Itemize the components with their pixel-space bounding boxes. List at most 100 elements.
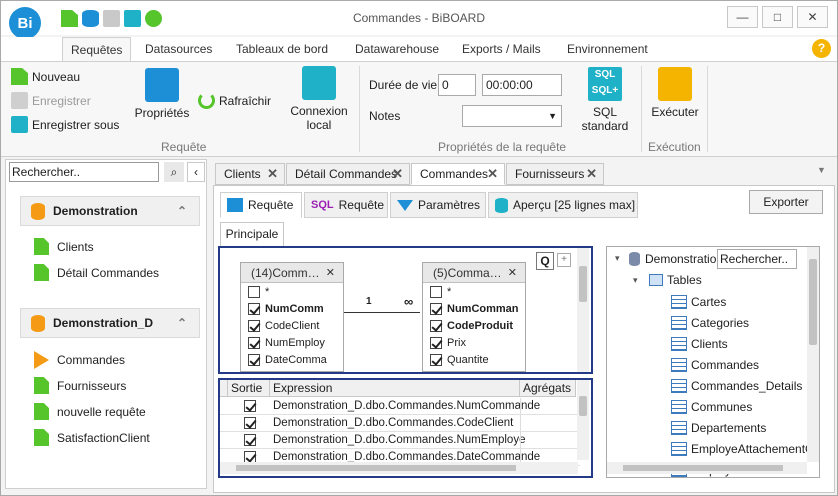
diagram-column-row[interactable]: CodeProduit	[423, 317, 525, 334]
subtab-apercu[interactable]: Aperçu [25 lignes max]	[488, 192, 638, 218]
execute-button[interactable]: Exécuter	[647, 67, 703, 119]
maximize-button[interactable]: □	[762, 6, 793, 28]
tree-item-table[interactable]: Clients	[671, 337, 728, 351]
table-row[interactable]: Demonstration_D.dbo.Commandes.CodeClient	[220, 415, 580, 432]
list-item[interactable]: nouvelle requête	[34, 403, 146, 420]
list-item[interactable]: Clients	[34, 238, 94, 255]
lifetime-time-spinner[interactable]: 00:00:00	[482, 74, 562, 96]
diagram-column-row[interactable]: Quantite	[423, 351, 525, 368]
close-icon[interactable]: ✕	[586, 164, 597, 184]
tabs-overflow-icon[interactable]: ▼	[817, 165, 826, 175]
sidebar-section-demonstration[interactable]: Demonstration ⌃	[20, 196, 200, 226]
diagram-column-row[interactable]: Prix	[423, 334, 525, 351]
subtab-requete-designer[interactable]: Requête	[220, 192, 302, 218]
column-checkbox[interactable]	[430, 285, 442, 298]
diagram-column-row[interactable]: DateComma	[241, 351, 343, 368]
tab-principale[interactable]: Principale	[220, 222, 284, 246]
sidebar-search-input[interactable]: Rechercher..	[9, 162, 159, 182]
diagram-column-row[interactable]: *	[241, 283, 343, 300]
tree-item-table[interactable]: Commandes_Details	[671, 379, 802, 393]
new-button[interactable]: Nouveau	[11, 68, 80, 85]
doc-tab-fournisseurs[interactable]: Fournisseurs ✕	[506, 163, 604, 185]
close-icon[interactable]: ✕	[392, 164, 403, 184]
table-row[interactable]: Demonstration_D.dbo.Commandes.NumCommand…	[220, 398, 580, 415]
close-icon[interactable]: ✕	[508, 263, 517, 283]
tree-item-table[interactable]: Categories	[671, 316, 749, 330]
diagram-column-row[interactable]: NumComman	[423, 300, 525, 317]
tab-datasources[interactable]: Datasources	[145, 37, 212, 61]
local-connection-button[interactable]: Connexion local	[285, 66, 353, 132]
chevron-up-icon[interactable]: ⌃	[177, 316, 187, 330]
diagram-column-row[interactable]: *	[423, 283, 525, 300]
list-item[interactable]: SatisfactionClient	[34, 429, 150, 446]
grid-header-expression[interactable]: Expression	[270, 380, 520, 397]
aggregate-cell[interactable]	[520, 432, 576, 448]
chevron-down-icon[interactable]: ▾	[615, 253, 620, 264]
tab-datawarehouse[interactable]: Datawarehouse	[355, 37, 439, 61]
tree-item-table[interactable]: Cartes	[671, 295, 726, 309]
output-checkbox[interactable]	[244, 434, 256, 446]
grid-header-agregats[interactable]: Agrégats	[520, 380, 576, 397]
join-line[interactable]	[344, 312, 420, 313]
list-item[interactable]: Fournisseurs	[34, 377, 126, 394]
column-checkbox[interactable]	[430, 319, 442, 332]
grid-header-sortie[interactable]: Sortie	[228, 380, 270, 397]
export-button[interactable]: Exporter	[749, 190, 823, 214]
grid-horizontal-scrollbar[interactable]	[220, 462, 578, 474]
diagram-table-1[interactable]: (14)Comm… ✕ * NumComm CodeClient NumEmploy Da…	[240, 262, 344, 372]
lifetime-days-spinner[interactable]: 0	[438, 74, 476, 96]
help-icon[interactable]: ?	[812, 39, 831, 58]
close-button[interactable]: ✕	[797, 6, 828, 28]
diagram-column-row[interactable]: NumEmploy	[241, 334, 343, 351]
zoom-q-button[interactable]: Q	[536, 252, 554, 270]
tree-item-table[interactable]: EmployeAttachementGe	[671, 442, 819, 456]
list-item[interactable]: Détail Commandes	[34, 264, 159, 281]
close-icon[interactable]: ✕	[267, 164, 278, 184]
tree-item-table[interactable]: Commandes	[671, 358, 759, 372]
column-checkbox[interactable]	[248, 285, 260, 298]
doc-tab-detail-commandes[interactable]: Détail Commandes ✕	[286, 163, 410, 185]
table-row[interactable]: Demonstration_D.dbo.Commandes.NumEmploye	[220, 432, 580, 449]
grid-scrollbar[interactable]	[577, 380, 589, 460]
column-checkbox[interactable]	[248, 319, 260, 332]
column-checkbox[interactable]	[248, 336, 260, 349]
output-checkbox[interactable]	[244, 417, 256, 429]
tree-horizontal-scrollbar[interactable]	[607, 462, 807, 474]
tree-item-table[interactable]: Departements	[671, 421, 766, 435]
tree-item-table[interactable]: Communes	[671, 400, 752, 414]
chevron-up-icon[interactable]: ⌃	[177, 204, 187, 218]
expression-cell[interactable]: Demonstration_D.dbo.Commandes.NumCommand…	[273, 398, 540, 414]
save-as-button[interactable]: Enregistrer sous	[11, 116, 119, 133]
properties-button[interactable]: Propriétés	[133, 68, 191, 120]
tab-exports-mails[interactable]: Exports / Mails	[462, 37, 541, 61]
tab-environnement[interactable]: Environnement	[567, 37, 648, 61]
notes-dropdown[interactable]: ▼	[462, 105, 562, 127]
tree-scrollbar[interactable]	[807, 247, 819, 462]
tab-requetes[interactable]: Requêtes	[62, 37, 132, 61]
column-checkbox[interactable]	[248, 302, 260, 315]
binoculars-icon[interactable]: ⌕	[164, 162, 184, 182]
column-checkbox[interactable]	[248, 353, 260, 366]
sidebar-section-demonstration-d[interactable]: Demonstration_D ⌃	[20, 308, 200, 338]
list-item[interactable]: Commandes	[34, 351, 125, 369]
expression-cell[interactable]: Demonstration_D.dbo.Commandes.CodeClient	[273, 415, 513, 431]
column-checkbox[interactable]	[430, 302, 442, 315]
chevron-down-icon[interactable]: ▾	[633, 275, 638, 286]
expression-cell[interactable]: Demonstration_D.dbo.Commandes.NumEmploye	[273, 432, 525, 448]
tab-tableaux-de-bord[interactable]: Tableaux de bord	[236, 37, 328, 61]
column-checkbox[interactable]	[430, 353, 442, 366]
refresh-button[interactable]: Rafraîchir	[198, 92, 271, 109]
diagram-table-2[interactable]: (5)Comma… ✕ * NumComman CodeProduit Prix Quan…	[422, 262, 526, 372]
doc-tab-commandes[interactable]: Commandes ✕	[411, 163, 505, 185]
output-checkbox[interactable]	[244, 400, 256, 412]
tree-root[interactable]: Demonstration	[645, 252, 723, 266]
close-icon[interactable]: ✕	[326, 263, 335, 283]
tree-search-input[interactable]: Rechercher..	[717, 249, 797, 269]
collapse-panel-button[interactable]: ‹	[187, 162, 205, 182]
sql-standard-button[interactable]: SQL SQL+ SQL standard	[575, 67, 635, 133]
subtab-requete-sql[interactable]: SQL Requête	[304, 192, 388, 218]
minimize-button[interactable]: —	[727, 6, 758, 28]
column-checkbox[interactable]	[430, 336, 442, 349]
zoom-in-button[interactable]: +	[557, 253, 571, 267]
doc-tab-clients[interactable]: Clients ✕	[215, 163, 285, 185]
